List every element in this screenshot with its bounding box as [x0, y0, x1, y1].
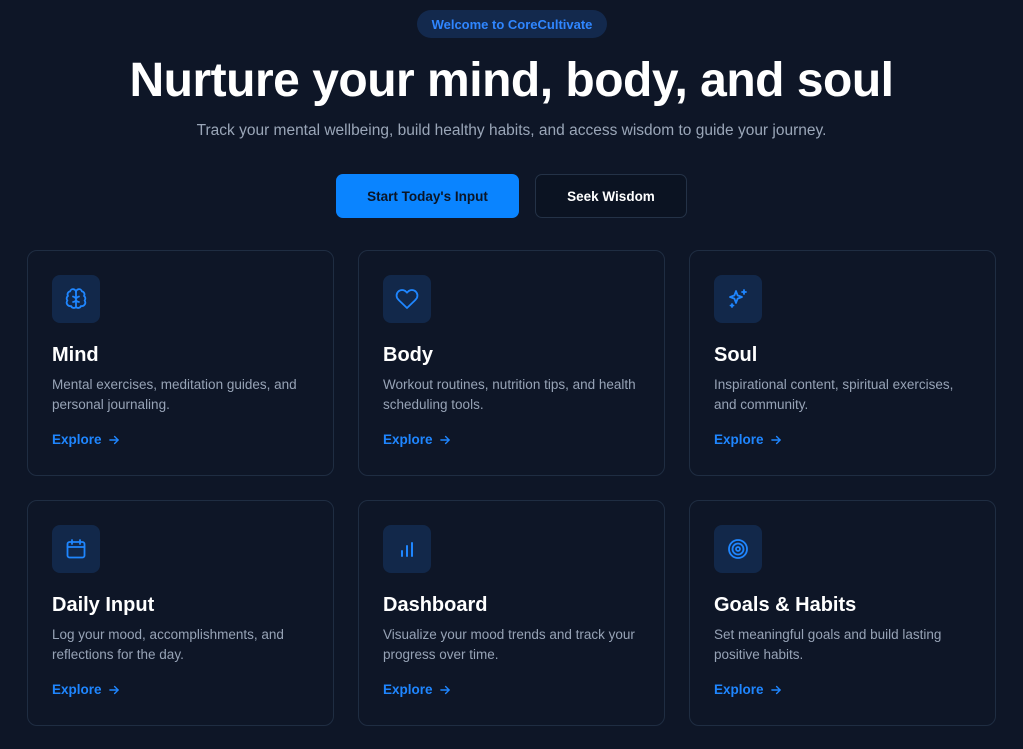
card-description: Mental exercises, meditation guides, and… [52, 377, 297, 412]
card-title: Soul [714, 344, 758, 366]
target-icon [714, 525, 762, 573]
start-todays-input-button[interactable]: Start Today's Input [336, 174, 519, 218]
heart-icon [383, 275, 431, 323]
card-title: Goals & Habits [714, 594, 857, 616]
explore-label: Explore [52, 432, 102, 447]
hero-subtitle: Track your mental wellbeing, build healt… [196, 122, 827, 139]
explore-label: Explore [714, 682, 764, 697]
card-description: Workout routines, nutrition tips, and he… [383, 377, 636, 412]
arrow-right-icon [770, 435, 781, 444]
card-title: Daily Input [52, 594, 155, 616]
sparkles-icon [714, 275, 762, 323]
explore-label: Explore [714, 432, 764, 447]
welcome-badge: Welcome to CoreCultivate [417, 10, 607, 38]
home-page: Welcome to CoreCultivate Nurture your mi… [0, 0, 1023, 749]
explore-mind-link[interactable]: Explore [52, 432, 121, 447]
arrow-right-icon [108, 685, 119, 694]
card-soul: Soul Inspirational content, spiritual ex… [689, 250, 996, 476]
card-description: Inspirational content, spiritual exercis… [714, 377, 954, 412]
explore-goals-habits-link[interactable]: Explore [714, 682, 783, 697]
hero-title: Nurture your mind, body, and soul [129, 54, 894, 107]
card-title: Dashboard [383, 594, 488, 616]
explore-dashboard-link[interactable]: Explore [383, 682, 452, 697]
seek-wisdom-button[interactable]: Seek Wisdom [535, 174, 687, 218]
arrow-right-icon [770, 685, 781, 694]
card-mind: Mind Mental exercises, meditation guides… [27, 250, 334, 476]
card-description: Visualize your mood trends and track you… [383, 627, 635, 662]
card-body: Body Workout routines, nutrition tips, a… [358, 250, 665, 476]
card-goals-habits: Goals & Habits Set meaningful goals and … [689, 500, 996, 726]
card-dashboard: Dashboard Visualize your mood trends and… [358, 500, 665, 726]
explore-label: Explore [383, 682, 433, 697]
card-description: Log your mood, accomplishments, and refl… [52, 627, 284, 662]
explore-body-link[interactable]: Explore [383, 432, 452, 447]
explore-label: Explore [52, 682, 102, 697]
arrow-right-icon [108, 435, 119, 444]
brain-icon [52, 275, 100, 323]
explore-label: Explore [383, 432, 433, 447]
arrow-right-icon [439, 685, 450, 694]
card-title: Body [383, 344, 433, 366]
card-title: Mind [52, 344, 99, 366]
explore-daily-input-link[interactable]: Explore [52, 682, 121, 697]
arrow-right-icon [439, 435, 450, 444]
calendar-icon [52, 525, 100, 573]
explore-soul-link[interactable]: Explore [714, 432, 783, 447]
card-description: Set meaningful goals and build lasting p… [714, 627, 942, 662]
bar-chart-icon [383, 525, 431, 573]
card-daily-input: Daily Input Log your mood, accomplishmen… [27, 500, 334, 726]
